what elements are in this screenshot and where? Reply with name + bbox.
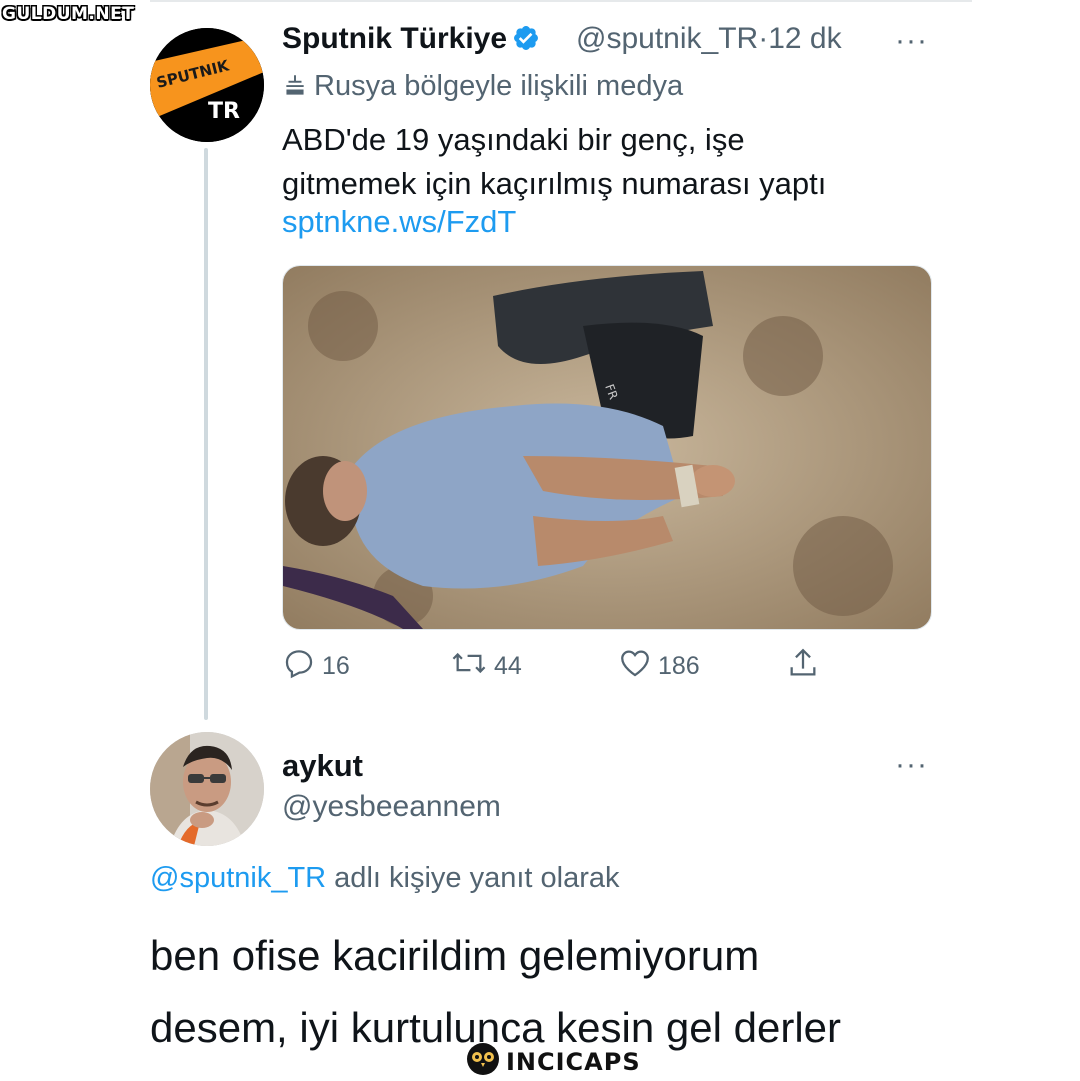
- author-handle[interactable]: @sputnik_TR: [576, 22, 758, 55]
- avatar-tr-text: TR: [208, 99, 240, 124]
- owl-icon: [466, 1042, 500, 1081]
- reply-action[interactable]: 16: [282, 646, 350, 687]
- state-media-label[interactable]: Rusya bölgeyle ilişkili medya: [282, 70, 683, 106]
- reply-icon: [282, 646, 322, 687]
- display-name[interactable]: Sputnik Türkiye: [282, 22, 507, 55]
- replying-to-mention[interactable]: @sputnik_TR: [150, 862, 326, 894]
- reply-handle[interactable]: @yesbeeannem: [282, 790, 501, 824]
- more-options-icon[interactable]: ···: [895, 24, 928, 58]
- reply-text-line: ben ofise kacirildim gelemiyorum: [150, 932, 760, 979]
- separator-dot: ·: [758, 22, 769, 55]
- tweet-text-line: ABD'de 19 yaşındaki bir genç, işe: [282, 122, 745, 157]
- tweet-photo[interactable]: FR: [282, 265, 932, 630]
- replying-to: @sputnik_TR adlı kişiye yanıt olarak: [150, 862, 619, 895]
- watermark-bottom-text: INCICAPS: [506, 1047, 641, 1076]
- aykut-avatar[interactable]: [150, 732, 264, 846]
- watermark-top: GULDUM.NET: [2, 4, 135, 24]
- heart-icon: [618, 646, 658, 687]
- podium-icon: [282, 72, 308, 106]
- reply-display-name[interactable]: aykut: [282, 748, 363, 784]
- share-icon: [786, 646, 826, 687]
- sputnik-avatar[interactable]: SPUTNIK TR: [150, 28, 264, 142]
- retweet-action[interactable]: 44: [450, 646, 522, 687]
- tweet-text-line: gitmemek için kaçırılmış numarası yaptı: [282, 166, 827, 201]
- top-divider: [150, 0, 972, 2]
- retweet-icon: [450, 646, 494, 687]
- verified-badge-icon: [512, 24, 540, 57]
- reply-more-options-icon[interactable]: ···: [895, 748, 928, 782]
- tweet-actions: 16 44 186: [282, 646, 842, 688]
- tweet-text: ABD'de 19 yaşındaki bir genç, işe gitmem…: [282, 118, 922, 206]
- retweet-count: 44: [494, 652, 522, 680]
- reply-count: 16: [322, 652, 350, 680]
- like-count: 186: [658, 652, 700, 680]
- author-name-row[interactable]: Sputnik Türkiye: [282, 22, 540, 57]
- tweet-time[interactable]: 12 dk: [768, 22, 841, 55]
- share-action[interactable]: [786, 646, 826, 687]
- like-action[interactable]: 186: [618, 646, 700, 687]
- thread-line: [204, 148, 208, 720]
- handle-time-row: @sputnik_TR·12 dk: [576, 22, 842, 56]
- replying-to-suffix: adlı kişiye yanıt olarak: [326, 862, 620, 894]
- tweet-link[interactable]: sptnkne.ws/FzdT: [282, 204, 516, 240]
- watermark-bottom: INCICAPS: [466, 1042, 641, 1081]
- label-text: Rusya bölgeyle ilişkili medya: [314, 70, 684, 102]
